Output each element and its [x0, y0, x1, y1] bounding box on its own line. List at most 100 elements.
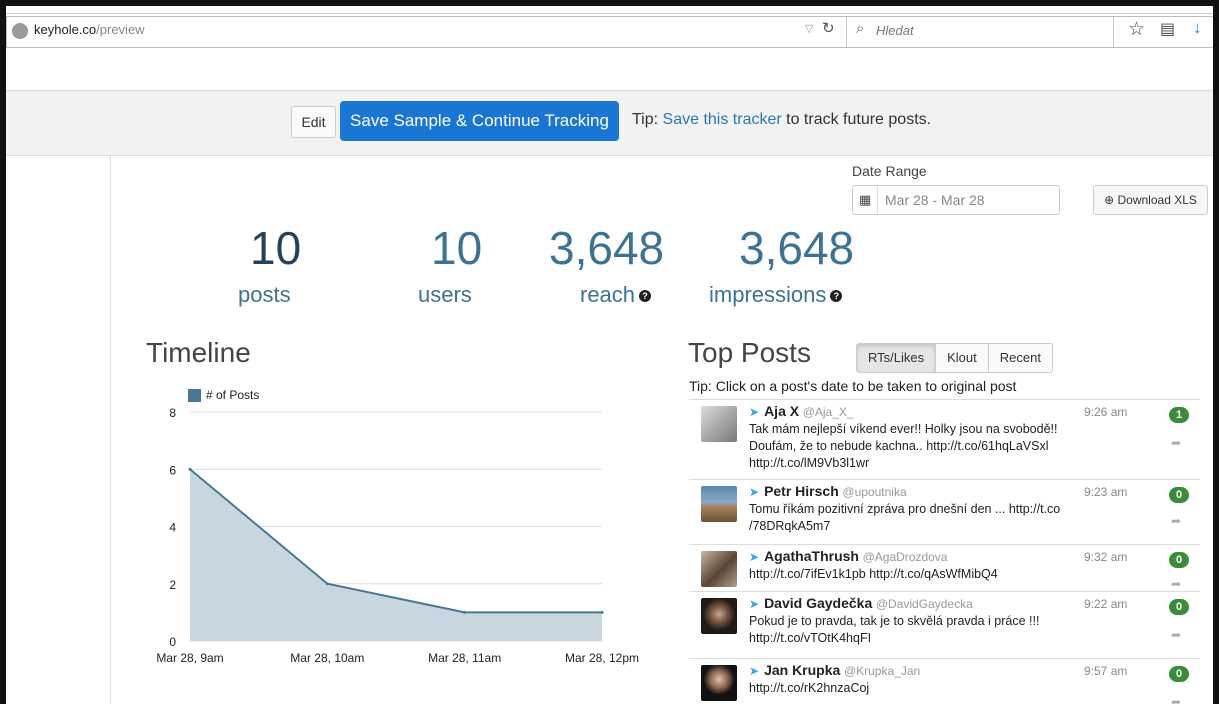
impressions-help-icon[interactable]: ? [830, 290, 843, 303]
reach-help-icon[interactable]: ? [639, 290, 652, 303]
share-icon[interactable]: ➦ [1171, 436, 1181, 450]
post-header: ➤ Jan Krupka @Krupka_Jan [749, 662, 920, 678]
data-point [188, 467, 192, 471]
post-item: ➤ Petr Hirsch @upoutnika 9:23 am Tomu řík… [689, 479, 1200, 544]
share-icon[interactable]: ➦ [1171, 514, 1181, 528]
post-item: ➤ Jan Krupka @Krupka_Jan 9:57 am http://t… [689, 658, 1200, 704]
post-author[interactable]: AgathaThrush [764, 548, 859, 564]
x-tick-label: Mar 28, 10am [290, 651, 364, 665]
data-point [325, 582, 329, 586]
data-point [600, 610, 604, 614]
url-text[interactable]: keyhole.co/preview [34, 22, 145, 37]
browser-frame-edge [0, 0, 1219, 6]
twitter-bird-icon: ➤ [749, 405, 760, 419]
reach-count: 3,648 [549, 222, 665, 274]
twitter-bird-icon: ➤ [749, 664, 760, 678]
post-text: Pokud je to pravda, tak je to skvělá pra… [749, 614, 1040, 645]
post-time[interactable]: 9:23 am [1084, 485, 1127, 499]
y-tick-label: 6 [169, 463, 176, 477]
twitter-bird-icon: ➤ [749, 550, 760, 564]
download-arrow-icon[interactable]: ↓ [1193, 18, 1202, 38]
share-icon[interactable]: ➦ [1171, 628, 1181, 642]
retweet-count-badge: 1 [1169, 407, 1189, 423]
download-circle-icon: ⊕ [1104, 193, 1118, 207]
search-placeholder[interactable]: Hledat [876, 23, 914, 38]
post-item: ➤ Aja X @Aja_X_ 9:26 am Tak mám nejlepší … [689, 399, 1200, 479]
url-host: keyhole.co [34, 22, 97, 37]
calendar-icon[interactable]: ▦ [859, 192, 871, 208]
y-tick-label: 2 [169, 578, 176, 592]
edit-button[interactable]: Edit [291, 106, 336, 138]
retweet-count-badge: 0 [1169, 599, 1189, 615]
post-item: ➤ David Gaydečka @DavidGaydecka 9:22 am P… [689, 591, 1200, 658]
reach-label-wrap: reach? [580, 280, 652, 310]
avatar[interactable] [701, 665, 737, 701]
x-tick-label: Mar 28, 9am [156, 651, 223, 665]
content-divider [110, 156, 111, 704]
search-icon: ⌕ [856, 20, 865, 37]
globe-icon [12, 23, 28, 39]
x-tick-label: Mar 28, 12pm [565, 651, 639, 665]
series-area [190, 469, 602, 641]
avatar[interactable] [701, 406, 737, 442]
post-text: http://t.co/rK2hnzaCoj [749, 681, 870, 695]
avatar[interactable] [701, 598, 737, 634]
date-range-value[interactable]: Mar 28 - Mar 28 [885, 192, 985, 208]
download-xls-label: Download XLS [1117, 193, 1197, 207]
impressions-count: 3,648 [739, 222, 855, 274]
post-time[interactable]: 9:26 am [1084, 405, 1127, 419]
share-icon[interactable]: ➦ [1171, 695, 1181, 704]
data-point [463, 610, 467, 614]
avatar[interactable] [701, 551, 737, 587]
tab-recent[interactable]: Recent [987, 343, 1053, 373]
posts-label: posts [238, 282, 291, 307]
avatar[interactable] [701, 486, 737, 522]
post-time[interactable]: 9:57 am [1084, 664, 1127, 678]
save-continue-tracking-button[interactable]: Save Sample & Continue Tracking [340, 101, 619, 141]
post-author[interactable]: David Gaydečka [764, 595, 872, 611]
share-icon[interactable]: ➦ [1171, 577, 1181, 591]
post-handle[interactable]: @Aja_X_ [803, 405, 854, 419]
reload-icon[interactable]: ↻ [822, 19, 835, 37]
save-tracker-link[interactable]: Save this tracker [663, 111, 782, 128]
post-text: http://t.co/7ifEv1k1pb http://t.co/qAsWf… [749, 567, 998, 581]
post-author[interactable]: Petr Hirsch [764, 483, 839, 499]
legend-swatch [188, 389, 201, 402]
post-item: ➤ AgathaThrush @AgaDrozdova 9:32 am http:… [689, 544, 1200, 591]
impressions-label-wrap: impressions? [709, 280, 843, 310]
impressions-label: impressions [709, 282, 827, 307]
post-header: ➤ David Gaydečka @DavidGaydecka [749, 595, 973, 611]
users-count: 10 [431, 222, 483, 274]
top-posts-list: ➤ Aja X @Aja_X_ 9:26 am Tak mám nejlepší … [689, 399, 1200, 704]
y-tick-label: 0 [169, 635, 176, 649]
tip-suffix: to track future posts. [781, 111, 932, 128]
date-input-divider [877, 186, 878, 214]
post-text: Tak mám nejlepší víkend ever!! Holky jso… [749, 422, 1058, 470]
post-handle[interactable]: @DavidGaydecka [876, 597, 973, 611]
post-text: Tomu říkám pozitivní zpráva pro dnešní d… [749, 502, 1061, 533]
post-author[interactable]: Jan Krupka [764, 662, 840, 678]
tracker-tip: Tip: Save this tracker to track future p… [632, 111, 931, 129]
post-time[interactable]: 9:32 am [1084, 550, 1127, 564]
post-header: ➤ Aja X @Aja_X_ [749, 403, 854, 419]
y-tick-label: 4 [169, 521, 176, 535]
post-handle[interactable]: @upoutnika [842, 485, 906, 499]
reading-list-icon[interactable]: ▤ [1160, 19, 1175, 39]
post-author[interactable]: Aja X [764, 403, 799, 419]
url-dropdown-icon[interactable]: ▽ [805, 22, 813, 35]
post-handle[interactable]: @AgaDrozdova [863, 550, 948, 564]
reach-label: reach [580, 282, 636, 307]
download-xls-button[interactable]: ⊕ Download XLS [1093, 185, 1208, 215]
top-posts-tip: Tip: Click on a post's date to be taken … [689, 378, 1017, 394]
tab-klout[interactable]: Klout [935, 343, 989, 373]
post-handle[interactable]: @Krupka_Jan [844, 664, 920, 678]
retweet-count-badge: 0 [1169, 487, 1189, 503]
tab-rts-likes[interactable]: RTs/Likes [856, 343, 937, 373]
bookmark-star-icon[interactable]: ☆ [1128, 18, 1145, 41]
legend-label: # of Posts [206, 388, 259, 402]
post-time[interactable]: 9:22 am [1084, 597, 1127, 611]
timeline-title: Timeline [146, 337, 251, 368]
x-tick-label: Mar 28, 11am [428, 651, 501, 665]
twitter-bird-icon: ➤ [749, 597, 760, 611]
users-label: users [418, 282, 472, 307]
